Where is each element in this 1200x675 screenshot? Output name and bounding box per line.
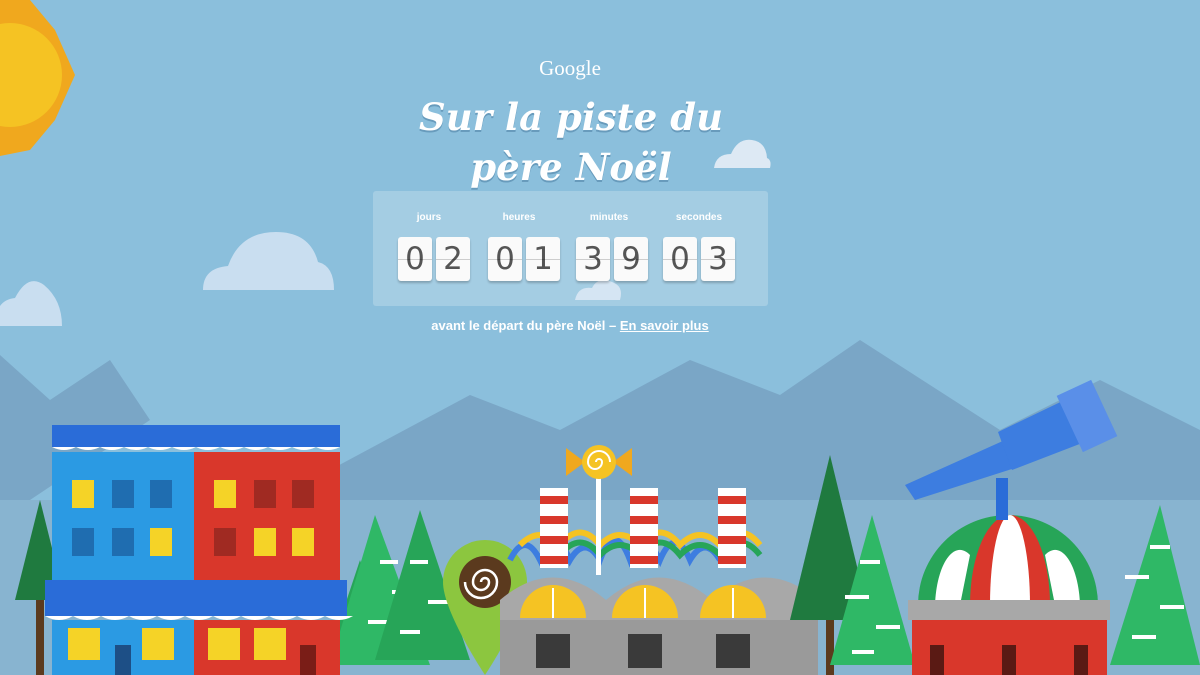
countdown-digit: 0 bbox=[663, 237, 697, 281]
countdown-days: jours 0 2 bbox=[384, 191, 474, 306]
countdown-seconds: secondes 0 3 bbox=[654, 191, 744, 306]
countdown-digit: 0 bbox=[488, 237, 522, 281]
page-title-line2: père Noël bbox=[470, 145, 672, 189]
page-title-line1: Sur la piste du bbox=[419, 95, 723, 139]
countdown-digit: 3 bbox=[701, 237, 735, 281]
building-left bbox=[45, 425, 353, 675]
countdown-seconds-label: secondes bbox=[675, 212, 723, 223]
departure-caption: avant le départ du père Noël – En savoir… bbox=[0, 318, 1140, 333]
countdown-days-label: jours bbox=[416, 212, 442, 223]
learn-more-link[interactable]: En savoir plus bbox=[620, 318, 709, 333]
countdown-hours: heures 0 1 bbox=[474, 191, 564, 306]
countdown-digit: 1 bbox=[526, 237, 560, 281]
departure-caption-text: avant le départ du père Noël – bbox=[431, 318, 617, 333]
countdown-panel: jours 0 2 heures 0 1 minutes 3 9 seconde… bbox=[373, 191, 768, 306]
countdown-digit: 3 bbox=[576, 237, 610, 281]
page-title: Sur la piste du père Noël bbox=[0, 92, 1142, 192]
countdown-digit: 9 bbox=[614, 237, 648, 281]
countdown-minutes: minutes 3 9 bbox=[564, 191, 654, 306]
countdown-digit: 0 bbox=[398, 237, 432, 281]
google-logo[interactable]: Google bbox=[0, 56, 1140, 81]
countdown-hours-label: heures bbox=[502, 212, 536, 223]
countdown-minutes-label: minutes bbox=[589, 212, 629, 223]
countdown-digit: 2 bbox=[436, 237, 470, 281]
